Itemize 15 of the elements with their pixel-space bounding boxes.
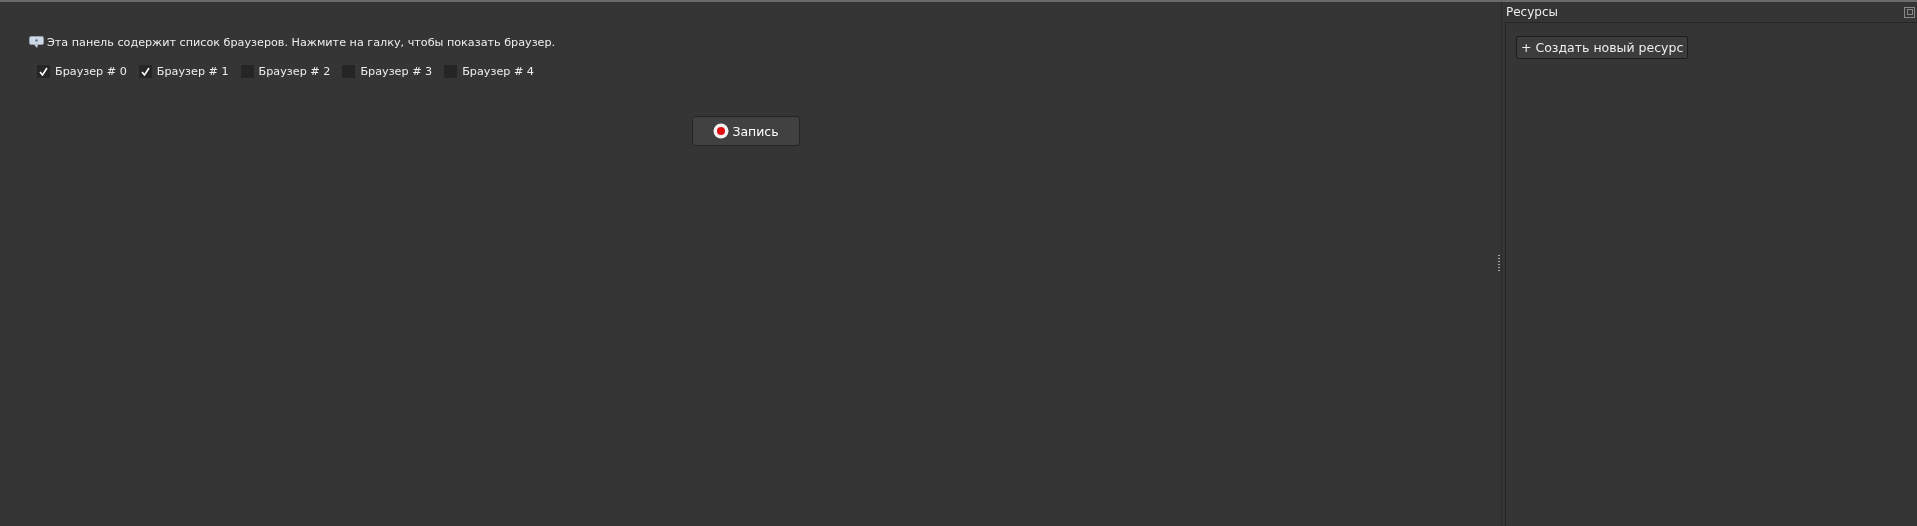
record-icon [713,123,730,139]
splitter-handle[interactable] [1498,255,1500,273]
record-button[interactable]: Запись [692,116,800,146]
speech-bubble-icon [29,36,44,49]
browser-checkbox[interactable]: Браузер # 1 [138,65,229,78]
panel-title: Ресурсы [1506,5,1558,19]
browser-checkbox[interactable]: Браузер # 0 [37,65,127,78]
check-icon [39,67,48,76]
browser-checkbox[interactable]: Браузер # 3 [342,65,433,78]
browser-checkbox[interactable]: Браузер # 2 [240,65,331,78]
browser-checkbox[interactable]: Браузер # 4 [444,65,534,78]
float-icon[interactable] [1904,6,1915,18]
hint-text: Эта панель содержит список браузеров. Нажмите на галку, чтобы показать браузер. [47,36,556,49]
create-resource-button[interactable]: + Создать новый ресурс [1516,36,1689,59]
check-icon [140,67,150,76]
